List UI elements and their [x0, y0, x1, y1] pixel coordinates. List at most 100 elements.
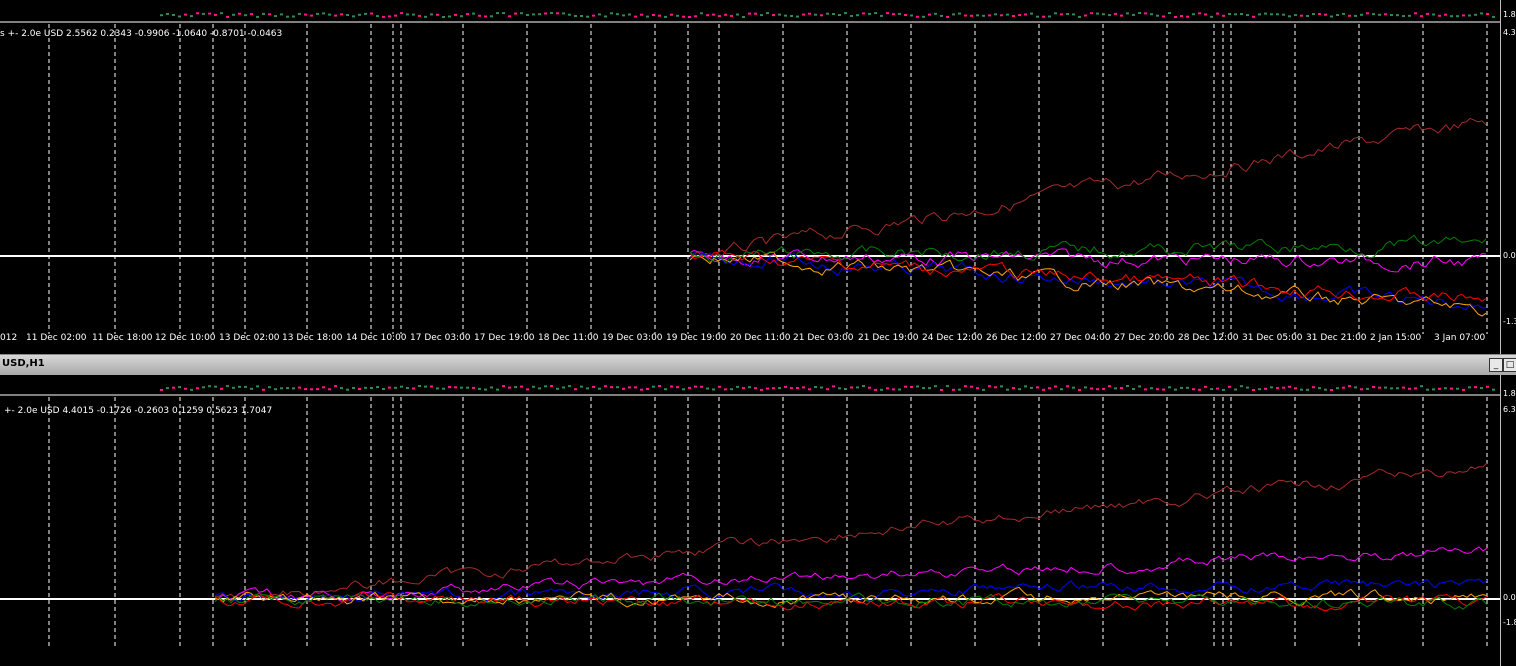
- mini-bar: [610, 12, 613, 15]
- mini-bar: [700, 12, 703, 15]
- mini-bar: [1066, 385, 1069, 388]
- mini-bar: [604, 385, 607, 388]
- mini-bar: [1156, 388, 1159, 391]
- mini-bar: [868, 12, 871, 15]
- mini-bar: [970, 385, 973, 388]
- time-axis-label: 24 Dec 12:00: [922, 333, 983, 343]
- mini-bar: [1102, 13, 1105, 16]
- mini-bar: [880, 14, 883, 17]
- mini-bar: [1342, 386, 1345, 389]
- mini-bar: [1114, 12, 1117, 15]
- mini-bar: [874, 12, 877, 15]
- mini-bar: [1414, 12, 1417, 15]
- mini-bar: [562, 386, 565, 389]
- mini-bar: [1216, 387, 1219, 390]
- mini-bar: [394, 386, 397, 389]
- mini-bar: [442, 387, 445, 390]
- mini-bar: [1474, 13, 1477, 16]
- top-chart-canvas: [0, 12, 1500, 334]
- mini-bar: [556, 387, 559, 390]
- time-axis-label: 17 Dec 19:00: [474, 333, 535, 343]
- mini-bar: [268, 13, 271, 16]
- mini-bar: [952, 13, 955, 16]
- mini-bar: [1108, 14, 1111, 17]
- mini-bar: [922, 387, 925, 390]
- mini-bar: [304, 13, 307, 16]
- mini-bar: [1000, 14, 1003, 17]
- mini-bar: [1360, 388, 1363, 391]
- mini-bar: [1282, 13, 1285, 16]
- mini-bar: [1186, 386, 1189, 389]
- mini-bar: [1054, 385, 1057, 388]
- mini-bar: [532, 13, 535, 16]
- mini-bar: [838, 387, 841, 390]
- mini-bar: [1048, 15, 1051, 18]
- mini-bar: [1222, 388, 1225, 391]
- mini-bar: [1090, 12, 1093, 15]
- mini-bar: [184, 387, 187, 390]
- mini-bar: [718, 15, 721, 18]
- mini-bar: [1372, 386, 1375, 388]
- mini-bar: [850, 15, 853, 17]
- mini-bar: [730, 388, 733, 391]
- mini-bar: [490, 15, 493, 18]
- mini-bar: [1012, 387, 1015, 390]
- mini-bar: [1054, 12, 1057, 15]
- mini-bar: [220, 387, 223, 390]
- mini-bar: [322, 386, 325, 389]
- minimize-button[interactable]: _: [1489, 358, 1503, 372]
- mini-bar: [514, 386, 517, 389]
- mini-bar: [1246, 386, 1249, 389]
- mini-bar: [190, 15, 193, 18]
- maximize-button[interactable]: □: [1503, 358, 1516, 372]
- mini-bar: [928, 13, 931, 16]
- bottom-chart-canvas: [0, 385, 1500, 646]
- mini-bar: [388, 386, 391, 389]
- time-axis-label: 14 Dec 10:00: [346, 333, 407, 343]
- mini-bar: [1006, 13, 1009, 16]
- mini-bar: [766, 387, 769, 390]
- mini-bar: [1102, 387, 1105, 390]
- mini-bar: [1288, 385, 1291, 388]
- mini-bar: [436, 387, 439, 390]
- top-chart[interactable]: s +- 2.0e USD 2.5562 0.2343 -0.9906 -1.0…: [0, 0, 1500, 354]
- mini-bar: [676, 14, 679, 17]
- mini-bar: [346, 388, 349, 391]
- mini-bar: [502, 12, 505, 15]
- mini-bar: [490, 386, 493, 389]
- bottom-window-titlebar[interactable]: USD,H1 _ □: [0, 354, 1516, 376]
- mini-bar: [1378, 386, 1381, 389]
- mini-bar: [1138, 12, 1141, 14]
- mini-bar: [514, 12, 517, 15]
- mini-bar: [460, 386, 463, 389]
- mini-bar: [1120, 14, 1123, 17]
- bottom-chart[interactable]: +- 2.0e USD 4.4015 -0.1726 -0.2603 0.125…: [0, 375, 1500, 666]
- window-title: USD,H1: [2, 358, 45, 369]
- mini-bar: [934, 12, 937, 15]
- mini-bar: [1258, 388, 1261, 391]
- mini-bar: [874, 388, 877, 391]
- mini-bar: [586, 387, 589, 390]
- mini-bar: [1078, 388, 1081, 391]
- mini-bar: [862, 12, 865, 15]
- mini-bar: [208, 385, 211, 388]
- mini-bar: [1348, 385, 1351, 388]
- mini-bar: [1180, 386, 1183, 389]
- mini-bar: [454, 386, 457, 389]
- mini-bar: [466, 386, 469, 389]
- time-axis-label: 19 Dec 03:00: [602, 333, 663, 343]
- mini-bar: [1240, 385, 1243, 388]
- mini-bar: [478, 387, 481, 390]
- mini-bar: [652, 14, 655, 16]
- mini-bar: [1426, 388, 1429, 391]
- mini-bar: [274, 388, 277, 391]
- mini-bar: [202, 12, 205, 15]
- mini-bar: [352, 15, 355, 18]
- mini-bar: [1144, 388, 1147, 391]
- mini-bar: [670, 385, 673, 388]
- mini-bar: [418, 14, 421, 17]
- mini-bar: [652, 385, 655, 388]
- mini-bar: [406, 387, 409, 389]
- top-price-max: 4.31: [1503, 28, 1516, 37]
- mini-bar: [256, 15, 259, 18]
